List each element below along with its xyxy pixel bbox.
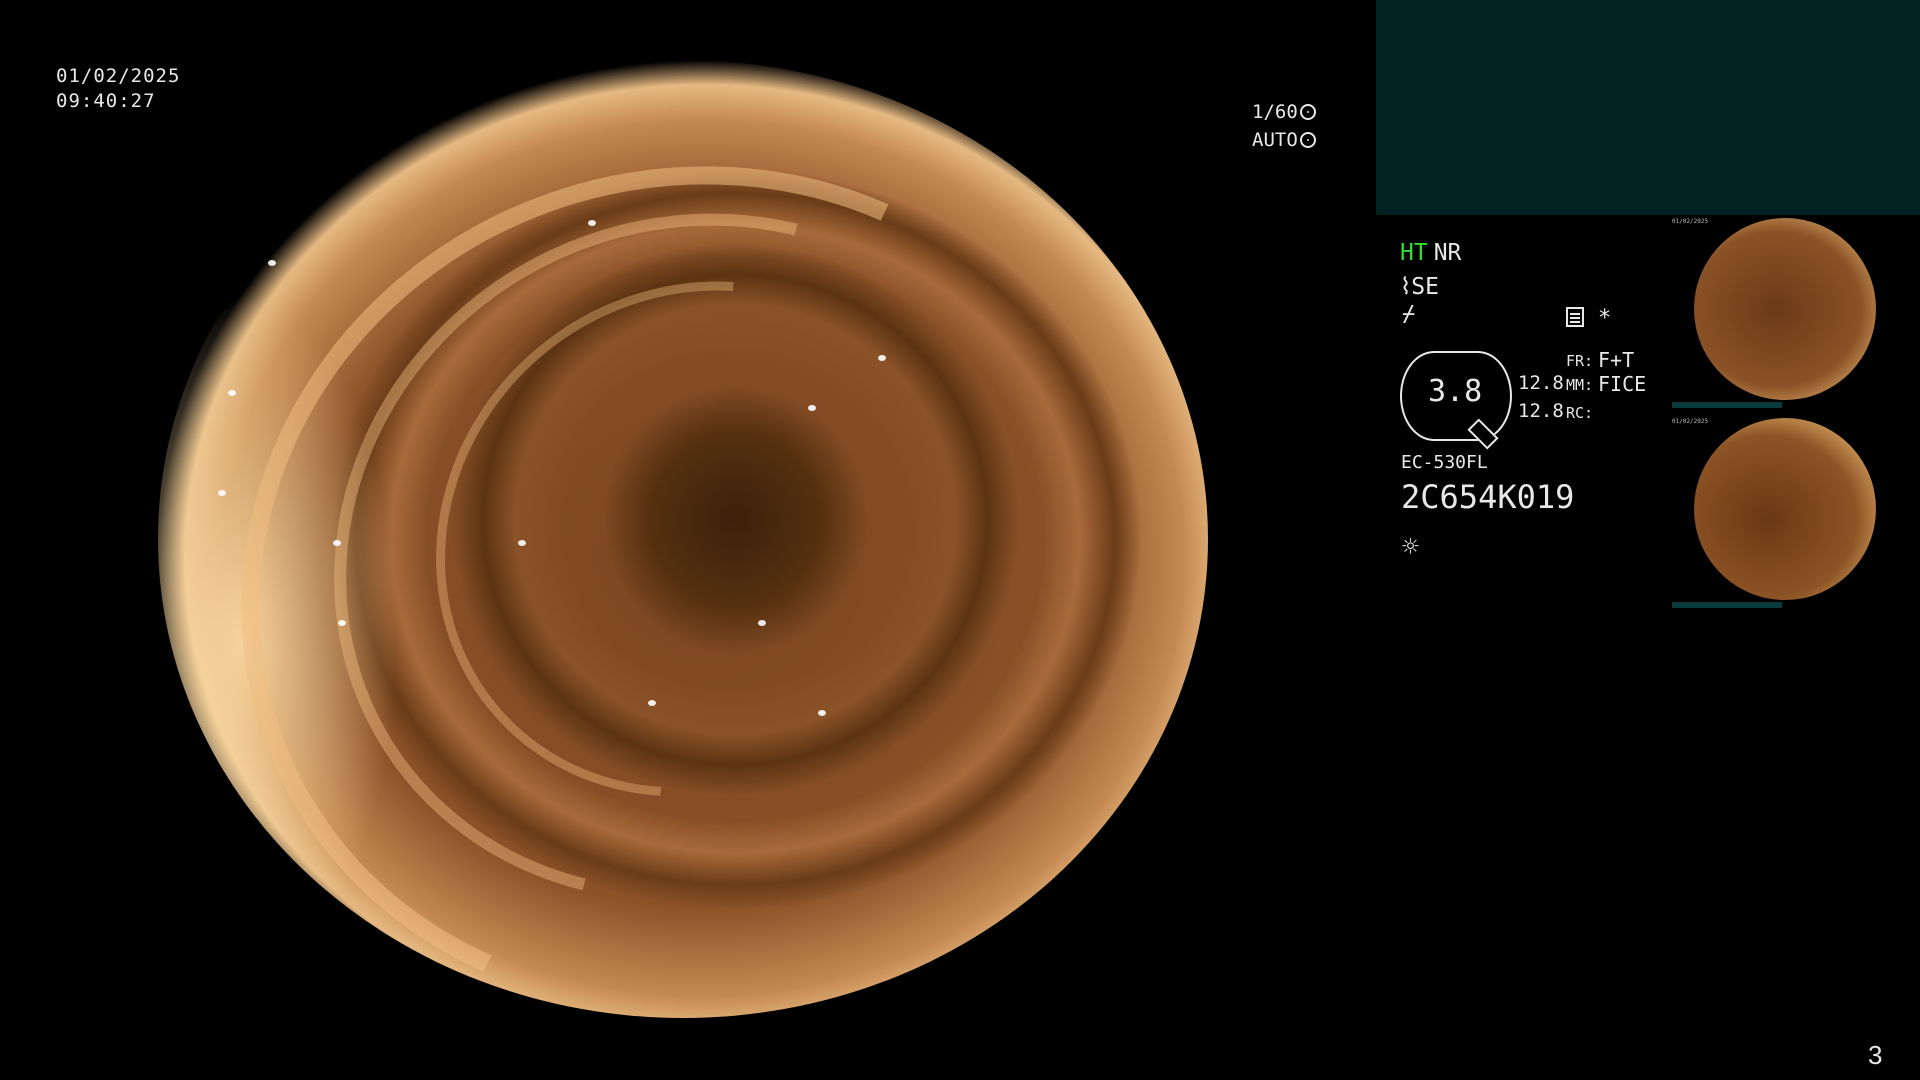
freeze-icon: ⌿: [1402, 302, 1416, 327]
top-right-panel: [1376, 0, 1920, 215]
time-text: 09:40:27: [56, 90, 156, 112]
shutter-speed: 1/60: [1252, 101, 1298, 123]
zoom-number: 12.8: [1518, 372, 1564, 394]
light-source-icon: ☼: [1402, 530, 1419, 563]
light-reflection: [648, 700, 656, 706]
light-reflection: [588, 220, 596, 226]
light-reflection: [808, 405, 816, 411]
thumbnail-1[interactable]: 01/02/2025: [1672, 218, 1904, 408]
light-reflection: [228, 390, 236, 396]
thumbnail-bar: [1672, 602, 1782, 608]
shutter-icon: [1299, 104, 1316, 120]
thumbnail-image: [1694, 218, 1876, 400]
scope-serial: 2C654K019: [1401, 478, 1575, 516]
fr-value: F+T: [1598, 348, 1635, 372]
endoscope-view: [158, 60, 1208, 1018]
nr-indicator: NR: [1433, 240, 1462, 266]
thumbnail-image: [1694, 418, 1876, 600]
light-reflection: [518, 540, 526, 546]
zoom-number: 12.8: [1518, 400, 1564, 422]
iris-icon: [1299, 132, 1316, 148]
star-icon: *: [1598, 306, 1612, 331]
se-label: SE: [1411, 274, 1439, 300]
shutter-info: 1/60 AUTO: [1252, 98, 1316, 154]
light-reflection: [268, 260, 276, 266]
light-reflection: [338, 620, 346, 626]
light-reflection: [758, 620, 766, 626]
thumbnail-2[interactable]: 01/02/2025: [1672, 418, 1904, 608]
scope-model: EC-530FL: [1401, 452, 1488, 473]
status-indicators: HT NR: [1400, 240, 1461, 266]
shutter-mode: AUTO: [1252, 129, 1298, 151]
ht-indicator: HT: [1400, 240, 1428, 266]
light-reflection: [878, 355, 886, 361]
se-indicator: ⌇SE: [1400, 274, 1439, 300]
light-reflection: [218, 490, 226, 496]
thumbnail-caption: 01/02/2025: [1672, 218, 1709, 225]
rc-label: RC:: [1566, 404, 1594, 422]
mm-label: MM:: [1566, 376, 1594, 394]
page-number: 3: [1868, 1040, 1883, 1070]
enhance-icon: ⌇: [1400, 274, 1412, 300]
thumbnail-caption: 01/02/2025: [1672, 418, 1709, 425]
thumbnail-bar: [1672, 402, 1782, 408]
datetime-display: 01/02/2025 09:40:27: [56, 64, 180, 114]
fr-label: FR:: [1566, 352, 1594, 370]
light-reflection: [818, 710, 826, 716]
light-reflection: [333, 540, 341, 546]
menu-icon: [1566, 307, 1584, 327]
mm-value: FICE: [1598, 372, 1647, 396]
date-text: 01/02/2025: [56, 65, 181, 87]
zoom-value: 3.8: [1428, 374, 1483, 409]
